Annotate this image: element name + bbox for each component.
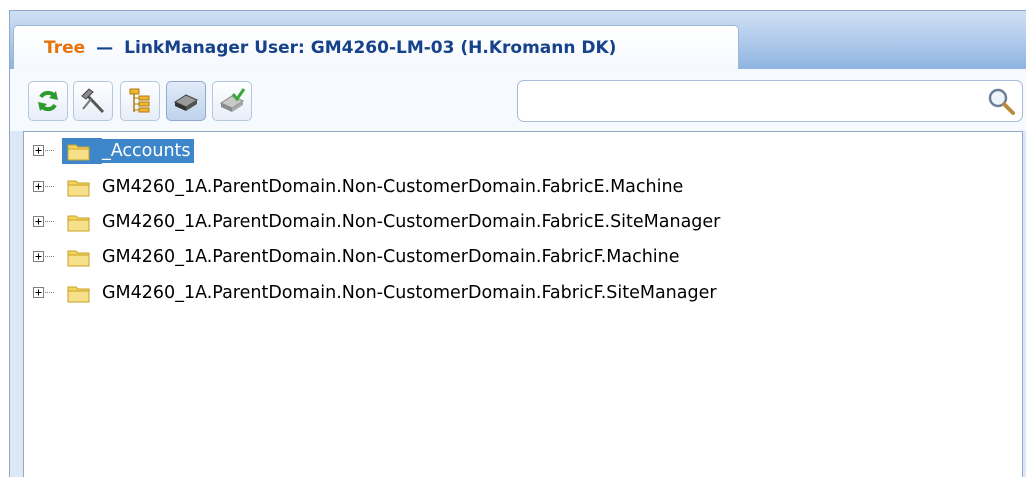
tab-subtitle: LinkManager User: GM4260-LM-03 (H.Kroman… — [124, 38, 617, 58]
folder-icon — [67, 180, 90, 197]
tree-node-label[interactable]: _Accounts — [99, 139, 194, 163]
search-field[interactable] — [517, 80, 1023, 122]
tree-node[interactable]: GM4260_1A.ParentDomain.Non-CustomerDomai… — [24, 244, 924, 270]
tree-connector — [45, 150, 55, 151]
tree-structure-button[interactable] — [120, 81, 160, 121]
tree-connector — [45, 221, 55, 222]
magnifier-icon[interactable] — [986, 86, 1016, 116]
tab-title: Tree — [44, 38, 86, 58]
tree-node-label[interactable]: GM4260_1A.ParentDomain.Non-CustomerDomai… — [99, 245, 683, 269]
tools-button[interactable] — [73, 81, 113, 121]
tab-tree[interactable]: Tree — LinkManager User: GM4260-LM-03 (H.K… — [13, 25, 739, 70]
device-check-button[interactable] — [212, 81, 252, 121]
tree-connector — [45, 186, 55, 187]
device-check-icon — [219, 88, 246, 112]
refresh-button[interactable] — [28, 81, 68, 121]
tools-icon — [81, 88, 105, 114]
device-button[interactable] — [166, 81, 206, 121]
tree-panel: Tree — LinkManager User: GM4260-LM-03 (H.K… — [9, 10, 1026, 477]
expand-icon[interactable] — [33, 181, 44, 192]
tree-structure-icon — [129, 88, 150, 113]
folder-icon — [67, 215, 90, 232]
expand-icon[interactable] — [33, 145, 44, 156]
tree-connector — [45, 292, 55, 293]
folder-icon — [67, 286, 90, 303]
tree-node-label[interactable]: GM4260_1A.ParentDomain.Non-CustomerDomai… — [99, 210, 723, 234]
tree-node-label[interactable]: GM4260_1A.ParentDomain.Non-CustomerDomai… — [99, 281, 720, 305]
toolbar — [10, 69, 1026, 131]
tree-connector — [45, 256, 55, 257]
tree-node[interactable]: _Accounts — [24, 138, 424, 164]
folder-icon — [67, 144, 90, 161]
expand-icon[interactable] — [33, 216, 44, 227]
expand-icon[interactable] — [33, 287, 44, 298]
refresh-icon — [38, 90, 58, 112]
tree-node[interactable]: GM4260_1A.ParentDomain.Non-CustomerDomai… — [24, 174, 924, 200]
tab-separator: — — [96, 38, 114, 58]
tree-node[interactable]: GM4260_1A.ParentDomain.Non-CustomerDomai… — [24, 280, 924, 306]
device-icon — [173, 94, 199, 111]
tree-view: _Accounts GM4260_1A.ParentDomain.Non-Cus… — [23, 131, 1023, 477]
tab-strip: Tree — LinkManager User: GM4260-LM-03 (H.K… — [10, 11, 1026, 70]
expand-icon[interactable] — [33, 251, 44, 262]
tree-node-label[interactable]: GM4260_1A.ParentDomain.Non-CustomerDomai… — [99, 175, 686, 199]
tree-node[interactable]: GM4260_1A.ParentDomain.Non-CustomerDomai… — [24, 209, 924, 235]
folder-icon — [67, 250, 90, 267]
